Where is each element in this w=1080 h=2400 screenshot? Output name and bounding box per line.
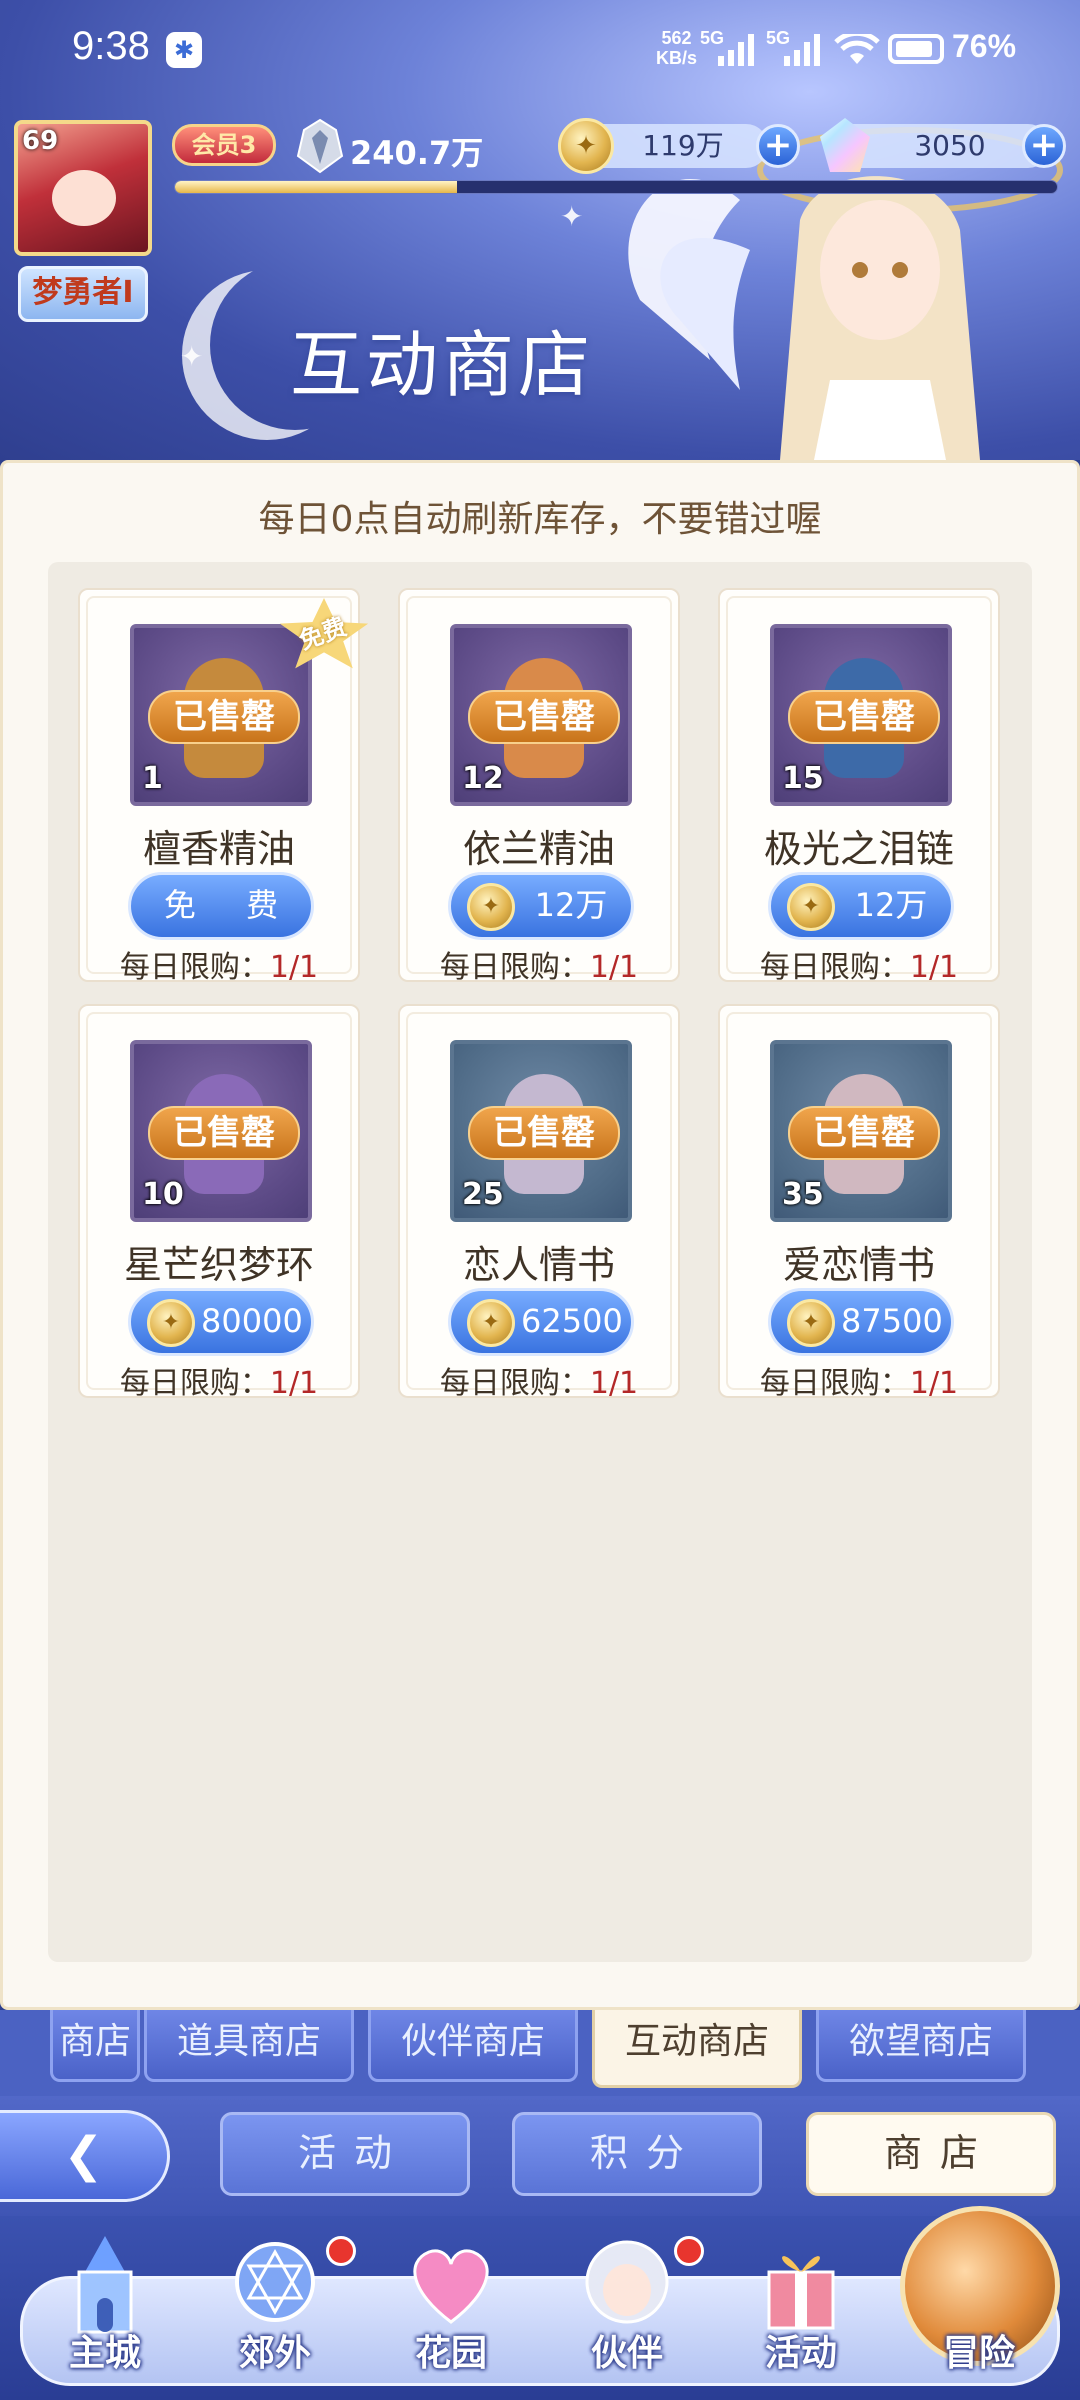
item-name: 依兰精油 bbox=[462, 827, 615, 871]
price-label: 12万 bbox=[854, 886, 928, 924]
clock: 9:38 bbox=[72, 24, 150, 68]
add-gold-button[interactable]: + bbox=[756, 124, 800, 168]
item-name: 檀香精油 bbox=[142, 827, 295, 871]
sold-out-label: 已售罄 bbox=[148, 690, 300, 744]
item-image[interactable]: 已售罄 1 bbox=[130, 624, 312, 806]
battery-level: 76% bbox=[952, 28, 1017, 64]
sold-out-label: 已售罄 bbox=[468, 1106, 620, 1160]
buy-button[interactable]: 免 费 bbox=[128, 872, 314, 940]
sold-out-label: 已售罄 bbox=[148, 1106, 300, 1160]
buy-button[interactable]: 87500 bbox=[768, 1288, 954, 1356]
item-name: 极光之泪链 bbox=[763, 827, 954, 871]
daily-limit: 每日限购：1/1 bbox=[439, 1366, 639, 1401]
gold-coin-icon bbox=[467, 883, 515, 931]
sold-out-label: 已售罄 bbox=[788, 1106, 940, 1160]
dock-main-city[interactable]: 主城 bbox=[30, 2232, 180, 2392]
gold-coin-icon bbox=[147, 1299, 195, 1347]
item-image[interactable]: 已售罄 35 bbox=[770, 1040, 952, 1222]
daily-limit: 每日限购：1/1 bbox=[119, 950, 319, 985]
dock-suburbs[interactable]: 郊外 bbox=[200, 2232, 356, 2392]
item-name: 星芒织梦环 bbox=[123, 1243, 314, 1287]
avatar-face bbox=[52, 170, 116, 226]
back-arrow-icon: ❮ bbox=[63, 2127, 104, 2183]
status-bar: 9:38 ✱ 562 KB/s 5G 5G 76% bbox=[0, 0, 1080, 100]
battery-icon bbox=[888, 34, 944, 64]
item-quantity: 10 bbox=[142, 1177, 184, 1212]
shop-item-card[interactable]: 已售罄 35 爱恋情书 87500 每日限购：1/1 bbox=[718, 1004, 1000, 1401]
shop-item-card[interactable]: 已售罄 15 极光之泪链 12万每日限购：1/1 bbox=[718, 588, 1000, 985]
notification-dot bbox=[326, 2236, 356, 2266]
signal-icon bbox=[718, 34, 754, 66]
notification-app-icon: ✱ bbox=[166, 32, 202, 68]
page-title: 互动商店 bbox=[290, 323, 595, 407]
buy-button[interactable]: 80000 bbox=[128, 1288, 314, 1356]
refresh-notice: 每日0点自动刷新库存，不要错过喔 bbox=[258, 499, 822, 540]
buy-button[interactable]: 62500 bbox=[448, 1288, 634, 1356]
experience-bar bbox=[174, 180, 1058, 194]
item-image[interactable]: 已售罄 12 bbox=[450, 624, 632, 806]
network-speed: 562 KB/s bbox=[656, 28, 698, 68]
gold-coin-icon bbox=[787, 1299, 835, 1347]
item-name: 爱恋情书 bbox=[782, 1243, 935, 1287]
tab-shop-partial[interactable]: 商店 bbox=[50, 2010, 140, 2082]
price-label: 62500 bbox=[521, 1302, 623, 1340]
player-name[interactable]: 梦勇者I bbox=[18, 266, 148, 322]
price-label: 12万 bbox=[534, 886, 608, 924]
shop-item-card[interactable]: 已售罄 25 恋人情书 62500 每日限购：1/1 bbox=[398, 1004, 680, 1401]
combat-power-value: 240.7万 bbox=[350, 134, 484, 172]
daily-limit: 每日限购：1/1 bbox=[439, 950, 639, 985]
tab-interaction-shop[interactable]: 互动商店 bbox=[592, 2010, 802, 2088]
add-gem-button[interactable]: + bbox=[1022, 124, 1066, 168]
activity-button[interactable]: 活动 bbox=[220, 2112, 470, 2196]
price-label: 免 费 bbox=[163, 886, 299, 924]
vip-badge[interactable]: 会员3 bbox=[172, 124, 276, 166]
item-image[interactable]: 已售罄 10 bbox=[130, 1040, 312, 1222]
daily-limit: 每日限购：1/1 bbox=[759, 950, 959, 985]
sparkle-icon: ✦ bbox=[180, 340, 204, 373]
gold-coin-icon bbox=[558, 118, 614, 174]
notification-dot bbox=[674, 2236, 704, 2266]
buy-button[interactable]: 12万 bbox=[448, 872, 634, 940]
daily-limit: 每日限购：1/1 bbox=[759, 1366, 959, 1401]
tab-partner-shop[interactable]: 伙伴商店 bbox=[368, 2010, 578, 2082]
shop-item-card[interactable]: 已售罄 12 依兰精油 12万每日限购：1/1 bbox=[398, 588, 680, 985]
item-quantity: 1 bbox=[142, 761, 163, 796]
back-button[interactable]: ❮ bbox=[0, 2110, 170, 2202]
shop-item-card[interactable]: 已售罄 10 星芒织梦环 80000 每日限购：1/1 bbox=[78, 1004, 360, 1401]
wifi-icon bbox=[834, 34, 880, 64]
dock-partner[interactable]: 伙伴 bbox=[552, 2232, 704, 2392]
shop-item-card[interactable]: 已售罄 1 免费 檀香精油免 费每日限购：1/1 bbox=[78, 588, 369, 985]
item-quantity: 35 bbox=[782, 1177, 824, 1212]
item-image[interactable]: 已售罄 15 bbox=[770, 624, 952, 806]
tab-item-shop[interactable]: 道具商店 bbox=[144, 2010, 354, 2082]
sold-out-label: 已售罄 bbox=[788, 690, 940, 744]
dock-activity[interactable]: 活动 bbox=[726, 2232, 876, 2392]
combat-power-icon bbox=[296, 118, 344, 174]
price-label: 80000 bbox=[201, 1302, 303, 1340]
shop-button[interactable]: 商店 bbox=[806, 2112, 1056, 2196]
dock-garden[interactable]: 花园 bbox=[376, 2232, 526, 2392]
points-button[interactable]: 积分 bbox=[512, 2112, 762, 2196]
item-quantity: 12 bbox=[462, 761, 504, 796]
item-image[interactable]: 已售罄 25 bbox=[450, 1040, 632, 1222]
item-name: 恋人情书 bbox=[462, 1243, 615, 1287]
item-quantity: 25 bbox=[462, 1177, 504, 1212]
tab-desire-shop[interactable]: 欲望商店 bbox=[816, 2010, 1026, 2082]
dock-adventure[interactable]: 冒险 bbox=[904, 2232, 1054, 2392]
item-quantity: 15 bbox=[782, 761, 824, 796]
price-label: 87500 bbox=[841, 1302, 943, 1340]
buy-button[interactable]: 12万 bbox=[768, 872, 954, 940]
daily-limit: 每日限购：1/1 bbox=[119, 1366, 319, 1401]
gold-coin-icon bbox=[787, 883, 835, 931]
signal-icon bbox=[784, 34, 820, 66]
sold-out-label: 已售罄 bbox=[468, 690, 620, 744]
gold-coin-icon bbox=[467, 1299, 515, 1347]
experience-fill bbox=[175, 181, 458, 193]
player-level: 69 bbox=[22, 126, 59, 156]
